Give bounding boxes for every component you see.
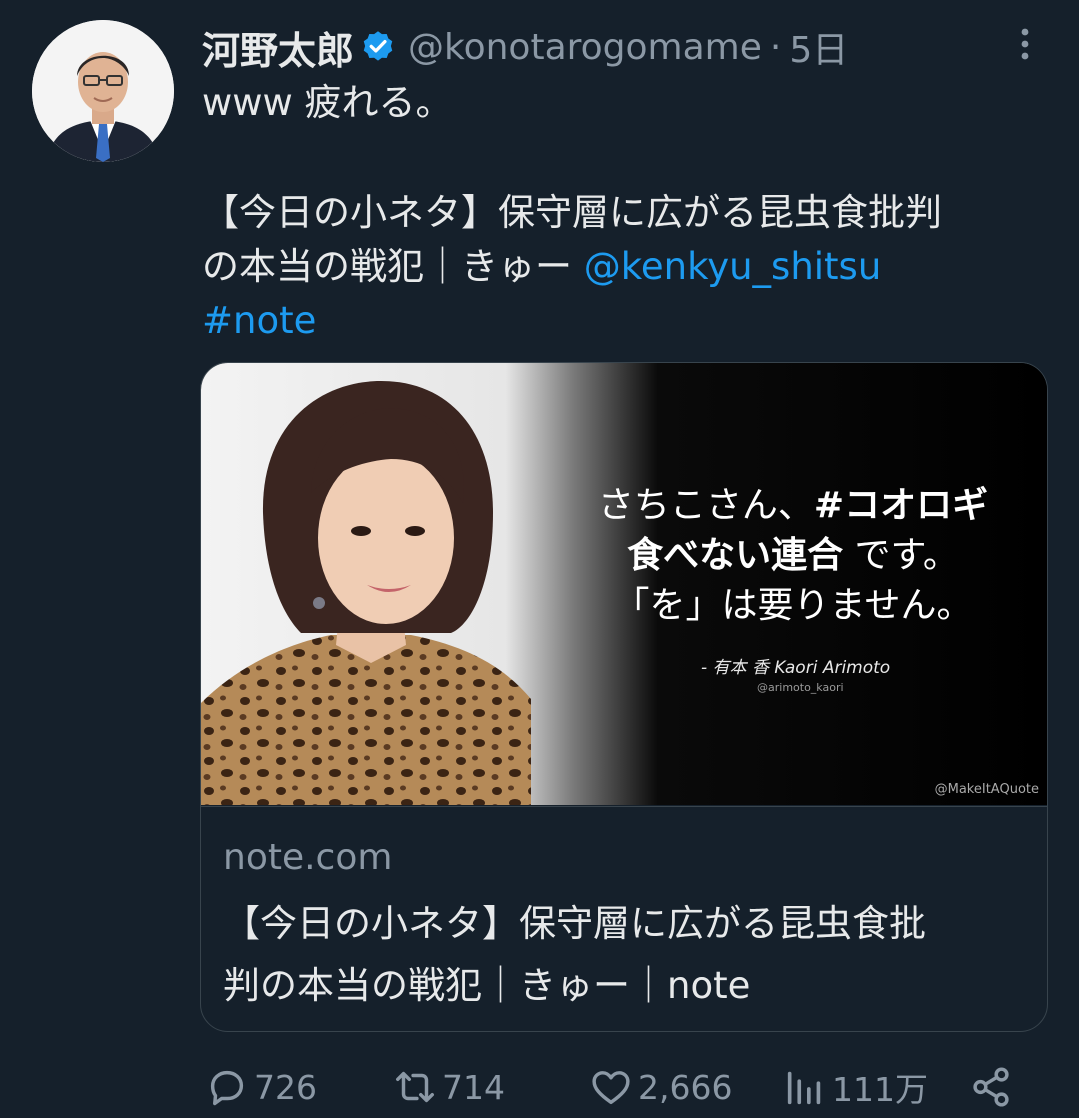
quote-author-handle: @arimoto_kaori [757,681,844,694]
header-separator: · [769,26,782,68]
tweet-timestamp[interactable]: 5日 [789,21,848,73]
card-domain: note.com [223,837,393,878]
share-icon [973,1067,1009,1107]
like-count: 2,666 [638,1067,733,1107]
user-handle[interactable]: @konotarogomame [408,27,762,68]
views-button[interactable]: 111万 [782,1060,928,1114]
image-watermark: @MakeItAQuote [934,782,1039,797]
quote-bold: 食べない連合 [627,535,844,576]
link-preview-card[interactable]: さちこさん、#コオロギ 食べない連合 です。 「を」は要りません。 - 有本 香… [200,362,1048,1032]
share-button[interactable] [968,1060,1018,1114]
tweet-text-segment: の本当の戦犯｜きゅー [202,245,584,288]
views-chart-icon [787,1071,821,1105]
tweet: 河野太郎 @konotarogomame · 5日 www 疲れる。 【今日の小… [0,0,1079,1118]
tweet-text-line: の本当の戦犯｜きゅー @kenkyu_shitsu [202,240,1052,294]
quote-author: - 有本 香 Kaori Arimoto [701,658,891,678]
quote-hashtag: #コオロギ [813,485,989,526]
reply-icon [210,1070,244,1106]
action-bar: 726 714 2,666 111万 [200,1060,1046,1114]
tweet-text-line: 【今日の小ネタ】保守層に広がる昆虫食批判 [202,191,942,234]
card-title-line: 判の本当の戦犯｜きゅー｜note [223,964,751,1007]
card-title-line: 【今日の小ネタ】保守層に広がる昆虫食批 [223,902,926,945]
retweet-count: 714 [442,1067,505,1107]
quote-line: 「を」は要りません。 [613,585,973,626]
display-name[interactable]: 河野太郎 [202,20,354,75]
reply-button[interactable]: 726 [204,1060,317,1114]
more-vertical-icon[interactable] [1010,24,1040,64]
verified-badge-icon [363,31,393,61]
reply-count: 726 [254,1067,317,1107]
retweet-button[interactable]: 714 [392,1060,505,1114]
heart-icon [592,1071,630,1105]
retweet-icon [396,1071,434,1103]
card-image: さちこさん、#コオロギ 食べない連合 です。 「を」は要りません。 - 有本 香… [201,363,1047,805]
tweet-text-line: #note [202,294,1052,348]
card-footer: note.com 【今日の小ネタ】保守層に広がる昆虫食批 判の本当の戦犯｜きゅー… [201,806,1047,1031]
quote-segment: です。 [843,535,959,576]
tweet-text-line: www 疲れる。 [202,81,453,124]
like-button[interactable]: 2,666 [588,1060,732,1114]
views-count: 111万 [832,1070,928,1109]
quote-segment: さちこさん、 [597,485,814,526]
hashtag-link[interactable]: #note [202,299,316,342]
avatar[interactable] [32,20,174,162]
mention-link[interactable]: @kenkyu_shitsu [584,245,882,288]
card-title: 【今日の小ネタ】保守層に広がる昆虫食批 判の本当の戦犯｜きゅー｜note [223,893,1033,1017]
tweet-header: 河野太郎 @konotarogomame · 5日 [202,20,848,75]
quote-text: さちこさん、#コオロギ 食べない連合 です。 「を」は要りません。 [573,481,1013,631]
